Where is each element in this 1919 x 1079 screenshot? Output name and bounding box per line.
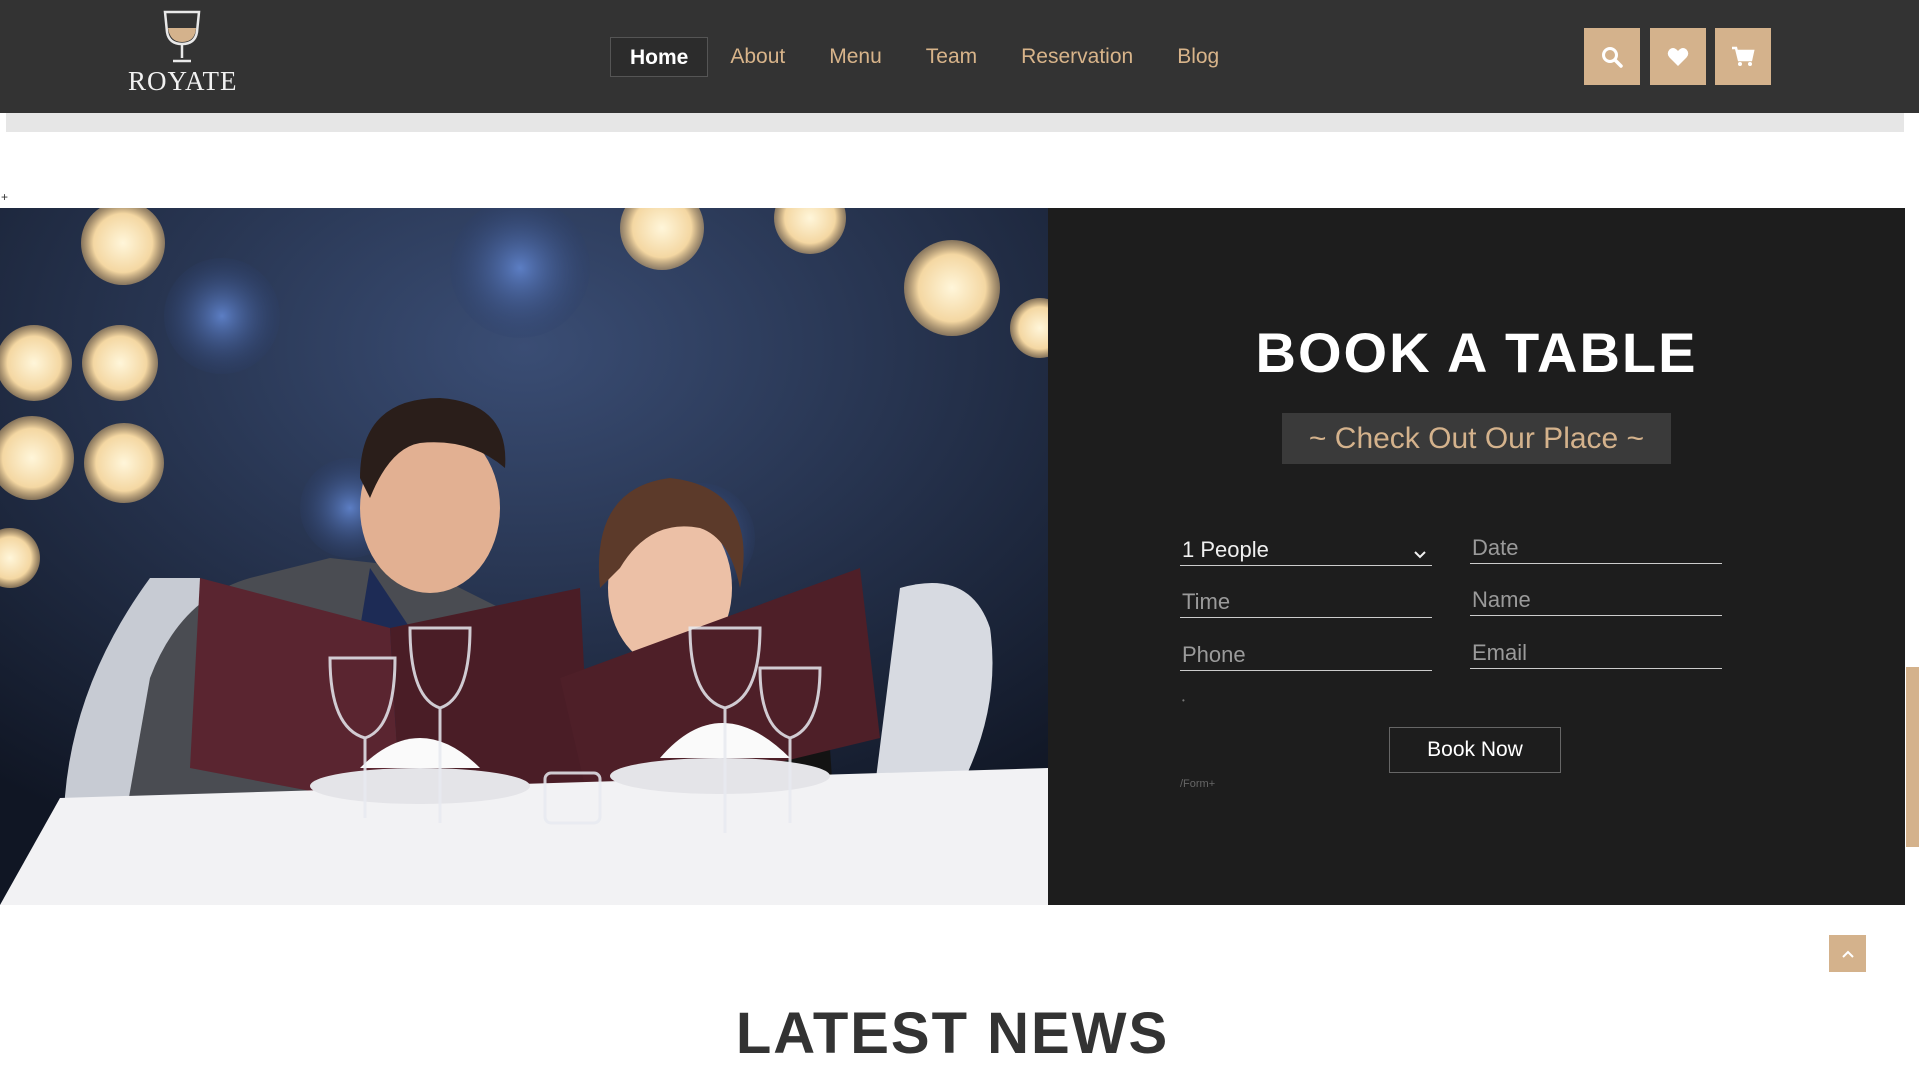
email-placeholder: Email bbox=[1472, 640, 1528, 665]
wine-glass-icon bbox=[163, 10, 201, 63]
time-placeholder: Time bbox=[1182, 589, 1231, 614]
chevron-down-icon bbox=[1414, 551, 1426, 559]
brand-name: ROYATE bbox=[128, 66, 238, 96]
top-navbar: ROYATE Home About Menu Team Reservation … bbox=[0, 0, 1919, 113]
divider-strip bbox=[6, 113, 1904, 132]
booking-panel: BOOK A TABLE ~ Check Out Our Place ~ 1 P… bbox=[1048, 208, 1905, 905]
nav-item-home[interactable]: Home bbox=[610, 37, 709, 77]
date-placeholder: Date bbox=[1472, 535, 1519, 560]
scroll-to-top-button[interactable] bbox=[1829, 935, 1866, 972]
people-select-value: 1 People bbox=[1182, 537, 1269, 562]
phone-field[interactable]: Phone bbox=[1180, 639, 1432, 671]
phone-placeholder: Phone bbox=[1182, 642, 1246, 667]
date-field[interactable]: Date bbox=[1470, 532, 1722, 564]
name-field[interactable]: Name bbox=[1470, 584, 1722, 616]
page-scrollbar-thumb[interactable] bbox=[1906, 667, 1919, 847]
latest-news-heading: LATEST NEWS bbox=[735, 1001, 1170, 1066]
book-now-button[interactable]: Book Now bbox=[1389, 727, 1561, 773]
page-scrollbar-track[interactable] bbox=[1905, 113, 1919, 1079]
booking-title: BOOK A TABLE bbox=[1255, 321, 1698, 384]
time-field[interactable]: Time bbox=[1180, 586, 1432, 618]
people-select[interactable]: 1 People bbox=[1180, 534, 1432, 566]
nav-item-reservation[interactable]: Reservation bbox=[999, 37, 1155, 77]
stray-dot-mark: • bbox=[1182, 696, 1185, 705]
couple-dining-photo bbox=[0, 208, 1048, 905]
form-comment-text: /Form+ bbox=[1180, 778, 1216, 790]
search-button[interactable] bbox=[1584, 28, 1640, 85]
booking-subtitle: ~ Check Out Our Place ~ bbox=[1282, 413, 1671, 464]
booking-section: BOOK A TABLE ~ Check Out Our Place ~ 1 P… bbox=[0, 208, 1905, 905]
nav-item-team[interactable]: Team bbox=[904, 37, 999, 77]
nav-item-blog[interactable]: Blog bbox=[1155, 37, 1241, 77]
main-nav: Home About Menu Team Reservation Blog bbox=[610, 37, 1241, 77]
name-placeholder: Name bbox=[1472, 587, 1531, 612]
email-field[interactable]: Email bbox=[1470, 637, 1722, 669]
nav-item-menu[interactable]: Menu bbox=[807, 37, 904, 77]
cart-icon bbox=[1732, 46, 1755, 66]
dining-scene-illustration bbox=[0, 208, 1048, 905]
stray-plus-mark: + bbox=[1, 190, 9, 204]
search-icon bbox=[1602, 46, 1623, 68]
nav-item-about[interactable]: About bbox=[708, 37, 807, 77]
brand-logo[interactable]: ROYATE bbox=[128, 10, 238, 102]
cart-button[interactable] bbox=[1715, 28, 1771, 85]
wishlist-button[interactable] bbox=[1650, 28, 1706, 85]
chevron-up-icon bbox=[1841, 950, 1854, 958]
heart-icon bbox=[1667, 47, 1689, 66]
